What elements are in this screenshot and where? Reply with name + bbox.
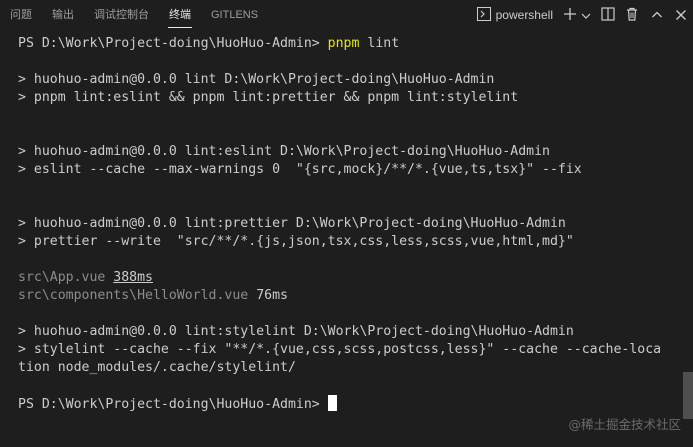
- chevron-down-icon: [581, 6, 591, 25]
- terminal-toolbar: powershell: [473, 0, 687, 30]
- terminal-line: > stylelint --cache --fix "**/*.{vue,css…: [18, 342, 662, 357]
- terminal-line-file: src\components\HelloWorld.vue 76ms: [18, 287, 686, 305]
- command-name: pnpm: [327, 36, 360, 51]
- tab-gitlens[interactable]: GITLENS: [201, 0, 268, 30]
- maximize-panel-button[interactable]: [651, 4, 663, 26]
- terminal-cursor: [327, 395, 337, 411]
- trash-icon: [625, 6, 639, 25]
- terminal-line: > huohuo-admin@0.0.0 lint:stylelint D:\W…: [18, 324, 574, 339]
- file-time: 76ms: [256, 288, 288, 303]
- close-panel-button[interactable]: [675, 4, 687, 26]
- terminal-line: > huohuo-admin@0.0.0 lint:eslint D:\Work…: [18, 144, 550, 159]
- prompt-text: PS D:\Work\Project-doing\HuoHuo-Admin>: [18, 36, 320, 51]
- terminal-line: > pnpm lint:eslint && pnpm lint:prettier…: [18, 90, 519, 105]
- shell-label: powershell: [495, 8, 553, 22]
- new-terminal-button[interactable]: [563, 4, 577, 26]
- terminal-line-prompt: PS D:\Work\Project-doing\HuoHuo-Admin> p…: [18, 35, 686, 53]
- close-icon: [675, 6, 687, 25]
- tab-output[interactable]: 输出: [42, 0, 84, 30]
- terminal-scrollbar[interactable]: [683, 372, 693, 419]
- terminal-line: > huohuo-admin@0.0.0 lint:prettier D:\Wo…: [18, 216, 566, 231]
- terminal-line: > huohuo-admin@0.0.0 lint D:\Work\Projec…: [18, 72, 495, 87]
- split-terminal-button[interactable]: [601, 4, 615, 26]
- file-path: src\components\HelloWorld.vue: [18, 288, 249, 303]
- terminal-selector[interactable]: powershell: [476, 4, 553, 26]
- file-path: src\App.vue: [18, 270, 106, 285]
- kill-terminal-button[interactable]: [625, 4, 639, 26]
- command-args: lint: [367, 36, 400, 51]
- tab-terminal[interactable]: 终端: [159, 0, 201, 30]
- terminal-line: > prettier --write "src/**/*.{js,json,ts…: [18, 234, 574, 249]
- split-icon: [601, 6, 615, 25]
- terminal-line-file: src\App.vue 388ms: [18, 269, 686, 287]
- terminal-line: tion node_modules/.cache/stylelint/: [18, 360, 296, 375]
- add-icon: [563, 6, 577, 25]
- file-time: 388ms: [113, 270, 153, 285]
- watermark: @稀土掘金技术社区: [568, 417, 681, 432]
- launch-profile-button[interactable]: [581, 4, 591, 26]
- terminal-line: > eslint --cache --max-warnings 0 "{src,…: [18, 162, 582, 177]
- tab-problems[interactable]: 问题: [0, 0, 42, 30]
- prompt-text: PS D:\Work\Project-doing\HuoHuo-Admin>: [18, 397, 320, 412]
- terminal-line-prompt: PS D:\Work\Project-doing\HuoHuo-Admin>: [18, 395, 686, 413]
- terminal-output[interactable]: PS D:\Work\Project-doing\HuoHuo-Admin> p…: [18, 35, 686, 413]
- chevron-up-icon: [651, 6, 663, 25]
- terminal-icon: [476, 6, 491, 25]
- tab-debug-console[interactable]: 调试控制台: [84, 0, 159, 30]
